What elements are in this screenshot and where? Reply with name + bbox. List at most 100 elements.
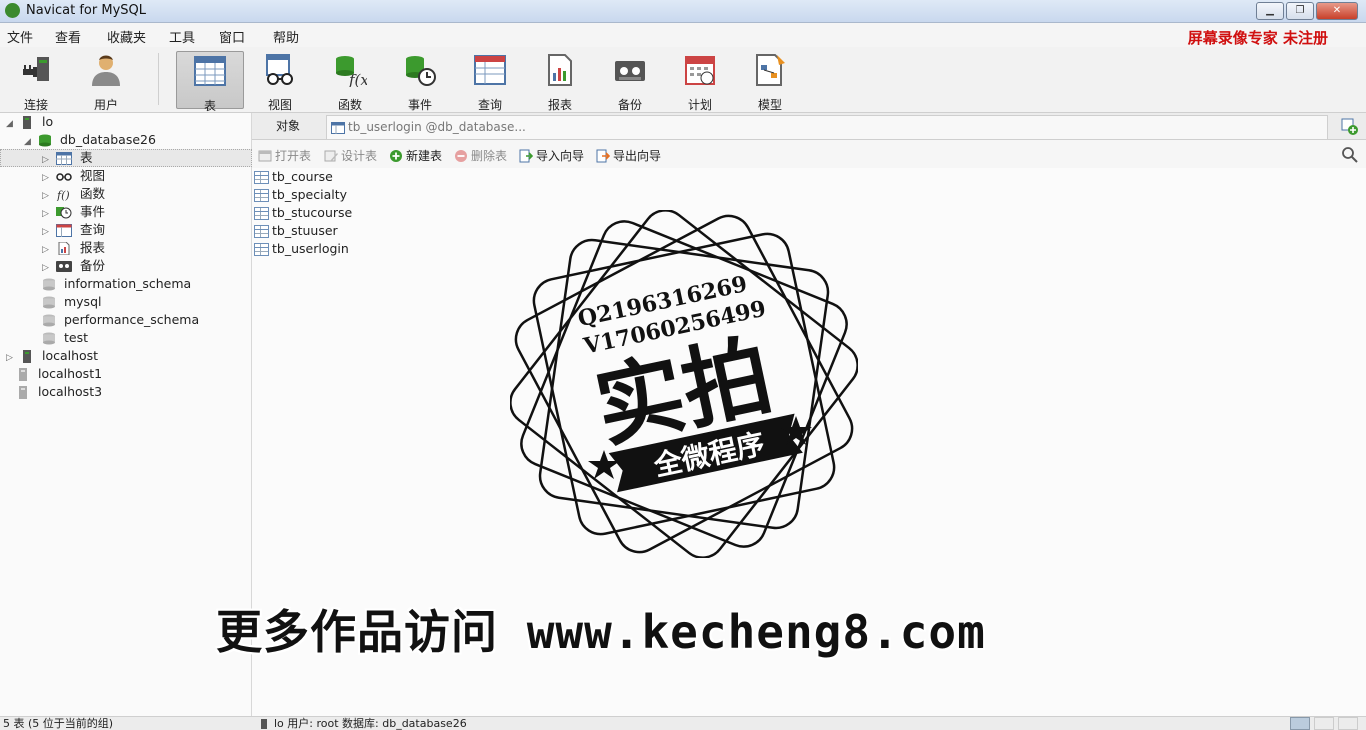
new-table-icon: [390, 149, 402, 162]
expand-arrow-icon[interactable]: ▷: [6, 349, 16, 367]
table-icon: [55, 152, 72, 165]
tab-table-design[interactable]: tb_userlogin @db_database...: [326, 115, 1328, 139]
add-tab-icon[interactable]: [1340, 117, 1358, 135]
menu-file[interactable]: 文件: [7, 27, 33, 46]
import-wizard-button[interactable]: 导入向导: [519, 147, 584, 164]
menu-tools[interactable]: 工具: [169, 27, 195, 46]
maximize-button[interactable]: ❐: [1286, 2, 1314, 20]
event-button[interactable]: 事件: [387, 51, 453, 112]
tree-database-information_schema[interactable]: information_schema: [42, 275, 191, 293]
tree-label: 报表: [79, 240, 105, 255]
table-icon: [254, 206, 269, 220]
view-button[interactable]: 视图: [247, 51, 313, 112]
tree-label: 视图: [79, 168, 105, 183]
menu-bar: 文件 查看 收藏夹 工具 窗口 帮助 屏幕录像专家 未注册: [0, 23, 1366, 47]
design-table-button[interactable]: 设计表: [324, 147, 377, 164]
main-toolbar: 连接 用户 表 视图 f(x) 函数 事件 查询 报表 备份 计划 模型: [0, 47, 1366, 113]
object-toolbar: 打开表 设计表 新建表 删除表 导入向导 导出向导: [252, 140, 1366, 168]
tree-label: localhost1: [37, 366, 103, 381]
export-icon: [596, 149, 610, 162]
tree-backups[interactable]: ▷ 备份: [42, 257, 105, 275]
plug-icon: [23, 57, 49, 81]
list-view-icon[interactable]: [1290, 717, 1310, 730]
watermark-cn: 更多作品访问: [216, 605, 498, 659]
tree-functions[interactable]: ▷ f() 函数: [42, 185, 105, 203]
table-name: tb_course: [272, 169, 333, 184]
watermark-stamp: Q2196316269 V17060256499 实拍 全微程序: [510, 210, 858, 558]
model-button[interactable]: 模型: [737, 51, 803, 112]
design-table-label: 设计表: [341, 149, 378, 163]
menu-favorites[interactable]: 收藏夹: [107, 27, 146, 46]
menu-view[interactable]: 查看: [55, 27, 81, 46]
minimize-button[interactable]: ▁: [1256, 2, 1284, 20]
tab-doc-label: tb_userlogin @db_database...: [348, 120, 526, 134]
function-icon: f(x): [336, 56, 375, 89]
table-button[interactable]: 表: [176, 51, 244, 113]
connect-button[interactable]: 连接: [3, 51, 69, 112]
tree-events[interactable]: ▷ 事件: [42, 203, 105, 221]
tree-connection-localhost[interactable]: ▷ localhost: [6, 347, 98, 365]
schedule-label: 计划: [687, 98, 712, 112]
tree-database-performance_schema[interactable]: performance_schema: [42, 311, 199, 329]
tree-connection-localhost3[interactable]: localhost3: [16, 383, 102, 401]
server-connected-icon: [261, 719, 267, 729]
export-wizard-label: 导出向导: [613, 149, 662, 163]
open-table-label: 打开表: [275, 149, 312, 163]
database-closed-icon: [43, 278, 55, 291]
function-button[interactable]: f(x) 函数: [317, 51, 383, 112]
table-item-tb_stucourse[interactable]: tb_stucourse: [254, 204, 352, 222]
menu-window[interactable]: 窗口: [219, 27, 245, 46]
schedule-button[interactable]: 计划: [667, 51, 733, 112]
collapse-arrow-icon[interactable]: ◢: [6, 115, 16, 133]
open-table-button[interactable]: 打开表: [258, 147, 311, 164]
grid-view-icon[interactable]: [1338, 717, 1358, 730]
status-bar: 5 表 (5 位于当前的组) lo 用户: root 数据库: db_datab…: [0, 716, 1366, 730]
tree-label: db_database26: [59, 132, 156, 147]
tree-tables[interactable]: ▷ 表: [42, 149, 92, 167]
tree-reports[interactable]: ▷ 报表: [42, 239, 105, 257]
menu-help[interactable]: 帮助: [273, 27, 299, 46]
collapse-arrow-icon[interactable]: ◢: [24, 133, 34, 151]
tree-label: localhost3: [37, 384, 103, 399]
search-icon[interactable]: [1341, 146, 1358, 163]
tree-label: 函数: [79, 186, 105, 201]
close-button[interactable]: ✕: [1316, 2, 1358, 20]
table-icon: [254, 242, 269, 256]
new-table-button[interactable]: 新建表: [389, 147, 442, 164]
table-name: tb_userlogin: [272, 241, 349, 256]
status-connection-info: lo 用户: root 数据库: db_database26: [258, 717, 467, 730]
query-button[interactable]: 查询: [457, 51, 523, 112]
svg-text:f(): f(): [56, 189, 70, 201]
table-label: 表: [203, 99, 216, 113]
table-name: tb_specialty: [272, 187, 347, 202]
event-label: 事件: [407, 98, 432, 112]
calendar-icon: [685, 56, 715, 85]
tree-views[interactable]: ▷ 视图: [42, 167, 105, 185]
export-wizard-button[interactable]: 导出向导: [596, 147, 661, 164]
table-item-tb_userlogin[interactable]: tb_userlogin: [254, 240, 349, 258]
tree-connection-localhost1[interactable]: localhost1: [16, 365, 102, 383]
detail-view-icon[interactable]: [1314, 717, 1334, 730]
tree-queries[interactable]: ▷ 查询: [42, 221, 105, 239]
toolbar-separator: [158, 53, 159, 105]
tree-connection-lo[interactable]: ◢ lo: [6, 113, 53, 131]
view-glasses-icon: [266, 54, 293, 85]
backup-button[interactable]: 备份: [597, 51, 663, 112]
tab-objects[interactable]: 对象: [252, 113, 324, 139]
server-disconnected-icon: [19, 386, 27, 399]
table-item-tb_course[interactable]: tb_course: [254, 168, 333, 186]
database-closed-icon: [43, 332, 55, 345]
user-button[interactable]: 用户: [73, 51, 139, 112]
view-glasses-icon: [56, 173, 72, 181]
tree-database-mysql[interactable]: mysql: [42, 293, 101, 311]
import-wizard-label: 导入向导: [536, 149, 585, 163]
tree-database-db_database26[interactable]: ◢ db_database26: [24, 131, 156, 149]
tree-database-test[interactable]: test: [42, 329, 88, 347]
database-closed-icon: [43, 296, 55, 309]
table-item-tb_stuuser[interactable]: tb_stuuser: [254, 222, 338, 240]
function-icon: f(): [56, 189, 70, 201]
query-icon: [474, 55, 506, 85]
report-button[interactable]: 报表: [527, 51, 593, 112]
table-item-tb_specialty[interactable]: tb_specialty: [254, 186, 347, 204]
delete-table-button[interactable]: 删除表: [454, 147, 507, 164]
